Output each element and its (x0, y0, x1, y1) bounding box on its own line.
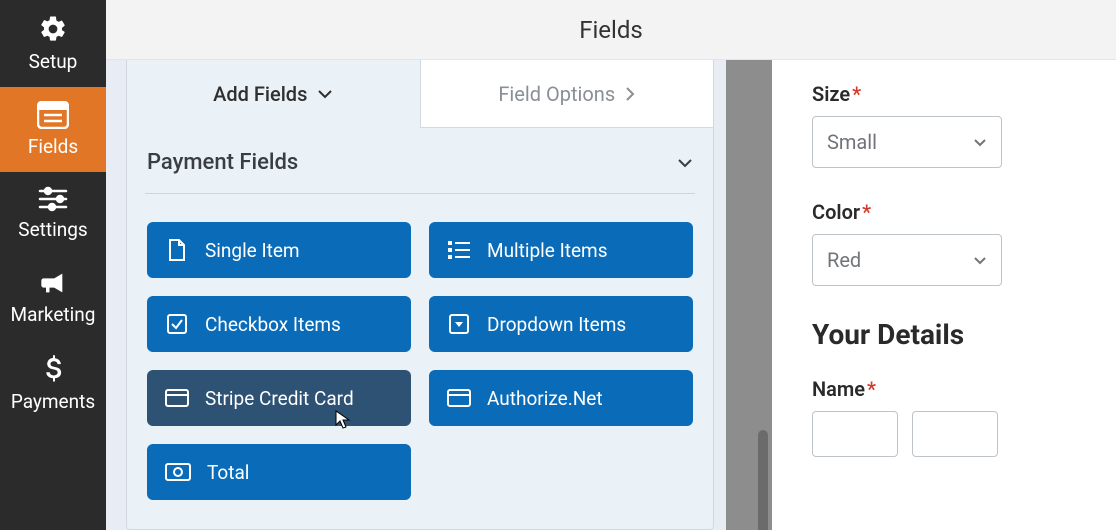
form-preview: Size* Small Color* Red (772, 60, 1116, 530)
chevron-down-icon (317, 89, 333, 99)
section-title: Payment Fields (147, 150, 298, 175)
divider[interactable] (726, 60, 772, 530)
chevron-down-icon (973, 256, 987, 265)
bullhorn-icon (38, 269, 68, 297)
field-label: Multiple Items (487, 239, 608, 262)
field-single-item[interactable]: Single Item (147, 222, 411, 278)
field-size: Size* Small (812, 82, 1076, 168)
tab-label: Add Fields (213, 82, 307, 106)
chevron-down-icon (973, 138, 987, 147)
select-size[interactable]: Small (812, 116, 1002, 168)
field-total[interactable]: Total (147, 444, 411, 500)
builder-tabs: Add Fields Field Options (127, 60, 713, 128)
sidebar-item-label: Marketing (11, 303, 96, 326)
label-size: Size* (812, 82, 1076, 106)
section-payment-fields[interactable]: Payment Fields (145, 144, 695, 194)
sidebar-item-marketing[interactable]: Marketing (0, 255, 106, 340)
credit-card-icon (165, 389, 189, 407)
field-stripe-credit-card[interactable]: Stripe Credit Card (147, 370, 411, 426)
sidebar-item-label: Setup (29, 50, 78, 73)
label-name: Name* (812, 377, 1076, 401)
field-label: Single Item (205, 239, 300, 262)
main: Fields Add Fields Field Options (106, 0, 1116, 530)
field-multiple-items[interactable]: Multiple Items (429, 222, 693, 278)
sidebar-item-label: Settings (18, 218, 87, 241)
tab-label: Field Options (498, 82, 615, 106)
list-icon (37, 101, 69, 129)
field-label: Total (207, 461, 249, 484)
list-icon (447, 241, 471, 259)
input-last-name[interactable] (912, 411, 998, 457)
field-label: Checkbox Items (205, 313, 341, 336)
required-indicator: * (867, 377, 876, 401)
file-icon (165, 239, 189, 261)
select-color[interactable]: Red (812, 234, 1002, 286)
field-label: Stripe Credit Card (205, 387, 354, 410)
field-color: Color* Red (812, 200, 1076, 286)
field-label: Authorize.Net (487, 387, 603, 410)
topbar: Fields (106, 0, 1116, 60)
input-first-name[interactable] (812, 411, 898, 457)
dollar-icon (43, 354, 63, 384)
checkbox-icon (165, 314, 189, 334)
page-title: Fields (579, 16, 643, 44)
scrollbar-thumb[interactable] (758, 430, 768, 530)
sidebar-item-fields[interactable]: Fields (0, 87, 106, 172)
select-value: Red (827, 248, 861, 272)
required-indicator: * (852, 82, 861, 106)
field-name: Name* (812, 377, 1076, 457)
chevron-down-icon (677, 158, 693, 168)
builder-panel: Add Fields Field Options (106, 60, 726, 530)
sidebar-item-setup[interactable]: Setup (0, 0, 106, 87)
tab-field-options[interactable]: Field Options (420, 60, 714, 128)
dropdown-icon (447, 314, 471, 334)
money-icon (165, 463, 191, 481)
select-value: Small (827, 130, 877, 154)
sidebar-item-settings[interactable]: Settings (0, 172, 106, 255)
sliders-icon (38, 186, 68, 212)
required-indicator: * (862, 200, 871, 224)
field-authorize-net[interactable]: Authorize.Net (429, 370, 693, 426)
sidebar: Setup Fields Settings Marketing Payments (0, 0, 106, 530)
chevron-right-icon (625, 86, 635, 102)
sidebar-item-label: Payments (11, 390, 95, 413)
sidebar-item-payments[interactable]: Payments (0, 340, 106, 427)
sidebar-item-label: Fields (28, 135, 78, 158)
field-dropdown-items[interactable]: Dropdown Items (429, 296, 693, 352)
field-label: Dropdown Items (487, 313, 626, 336)
tab-add-fields[interactable]: Add Fields (127, 60, 420, 128)
gear-icon (38, 14, 68, 44)
label-color: Color* (812, 200, 1076, 224)
field-checkbox-items[interactable]: Checkbox Items (147, 296, 411, 352)
credit-card-icon (447, 389, 471, 407)
cursor-icon (335, 410, 351, 430)
heading-your-details: Your Details (812, 318, 1076, 351)
